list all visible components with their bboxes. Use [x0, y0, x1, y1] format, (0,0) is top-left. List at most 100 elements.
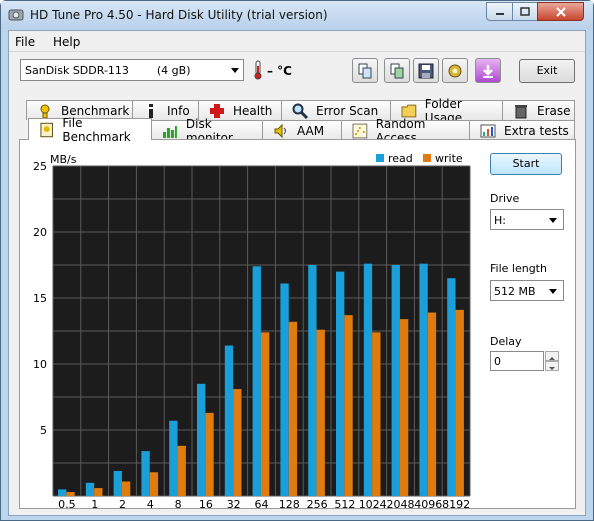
copy-screenshot-icon: [390, 63, 404, 78]
delay-input[interactable]: 0: [490, 351, 544, 371]
tab-error-scan[interactable]: Error Scan: [281, 100, 391, 120]
file-length-value: 512 MB: [494, 285, 536, 298]
bar-write: [316, 329, 325, 496]
x-tick-label: 16: [199, 498, 213, 508]
menu-help[interactable]: Help: [53, 35, 80, 49]
bar-read: [58, 489, 67, 496]
bar-write: [121, 481, 131, 496]
close-button[interactable]: [537, 2, 584, 21]
x-tick-label: 0.5: [58, 498, 76, 508]
tab-label: File Benchmark: [62, 115, 131, 144]
title-bar[interactable]: HD Tune Pro 4.50 - Hard Disk Utility (tr…: [1, 1, 593, 29]
x-tick-label: 4096: [414, 498, 442, 508]
tab-label: Health: [233, 103, 273, 118]
chevron-down-icon: [549, 218, 557, 223]
bar-read: [224, 345, 234, 496]
y-tick-label: 20: [33, 226, 47, 239]
app-window: HD Tune Pro 4.50 - Hard Disk Utility (tr…: [0, 0, 594, 521]
tab-disk-monitor[interactable]: Disk monitor: [151, 117, 263, 145]
save-icon: [418, 63, 434, 78]
chevron-down-icon: [549, 289, 557, 294]
bar-write: [288, 321, 298, 496]
tab-extra-tests[interactable]: Extra tests: [469, 120, 575, 140]
delay-spin-down[interactable]: [545, 361, 559, 371]
file-length-dropdown[interactable]: 512 MB: [490, 280, 564, 301]
y-tick-label: 10: [33, 358, 47, 371]
legend-write-swatch: [423, 154, 431, 162]
tab-aam[interactable]: AAM: [262, 120, 342, 140]
bar-read: [308, 265, 317, 496]
options-icon: [448, 64, 462, 77]
drive-letter-dropdown[interactable]: H:: [490, 209, 564, 230]
y-tick-label: 25: [33, 160, 47, 173]
tab-file-benchmark[interactable]: File Benchmark: [28, 116, 152, 144]
y-tick-label: 5: [40, 424, 47, 437]
bar-read: [363, 263, 373, 496]
drive-dropdown[interactable]: SanDisk SDDR-113 (4 gB): [20, 59, 244, 81]
tab-label: Error Scan: [316, 103, 379, 118]
x-tick-label: 1: [91, 498, 98, 508]
legend-read-label: read: [388, 152, 413, 165]
save-button[interactable]: [413, 58, 439, 83]
spin-down-icon: [549, 367, 555, 370]
bar-read: [85, 482, 95, 496]
download-button[interactable]: [475, 58, 501, 83]
x-axis-ticks: 0.5 1 2 4 8 16 32 64 128 256 512 1024 2048 4096 8192: [58, 498, 470, 508]
file-benchmark-icon: [40, 122, 53, 137]
bar-read: [197, 383, 206, 496]
client-area: File Help SanDisk SDDR-113 (4 gB) – °C E…: [8, 30, 586, 516]
bar-read: [113, 470, 122, 496]
x-tick-label: 32: [227, 498, 241, 508]
drive-dropdown-value: SanDisk SDDR-113 (4 gB): [25, 64, 191, 77]
bar-read: [169, 420, 178, 496]
tab-erase[interactable]: Erase: [502, 100, 575, 120]
tab-label: Extra tests: [504, 123, 569, 138]
minimize-button[interactable]: [486, 2, 513, 21]
start-button[interactable]: Start: [490, 153, 562, 175]
bar-read: [252, 266, 261, 496]
bar-read: [419, 263, 428, 496]
bar-write: [177, 445, 186, 496]
x-tick-label: 64: [255, 498, 269, 508]
close-icon: [555, 6, 566, 17]
maximize-button[interactable]: [512, 2, 538, 21]
drive-letter-value: H:: [494, 214, 506, 227]
y-axis-label: MB/s: [50, 153, 77, 166]
x-tick-label: 2048: [387, 498, 415, 508]
y-axis-ticks: 5 10 15 20 25: [33, 160, 47, 437]
tab-random-access[interactable]: Random Access: [341, 117, 470, 145]
exit-button[interactable]: Exit: [519, 59, 575, 83]
x-tick-label: 128: [279, 498, 300, 508]
bar-write: [344, 315, 353, 496]
bar-write: [94, 488, 103, 496]
delay-label: Delay: [490, 335, 522, 348]
y-tick-label: 15: [33, 292, 47, 305]
minimize-icon: [495, 12, 504, 15]
copy-screenshot-button[interactable]: [384, 58, 410, 83]
delay-spin-up[interactable]: [545, 351, 559, 361]
options-button[interactable]: [442, 58, 468, 83]
menu-bar: File Help: [9, 31, 585, 51]
bar-write: [205, 412, 214, 496]
bar-write: [455, 309, 464, 496]
random-access-icon: [352, 123, 368, 138]
tab-label: AAM: [297, 123, 325, 138]
window-title: HD Tune Pro 4.50 - Hard Disk Utility (tr…: [30, 8, 328, 22]
bar-read: [141, 451, 150, 496]
copy-info-button[interactable]: [352, 58, 378, 83]
extra-tests-icon: [480, 124, 496, 137]
bar-read: [336, 271, 345, 496]
bar-write: [260, 332, 270, 496]
bar-read: [280, 283, 289, 496]
delay-value: 0: [494, 355, 501, 368]
tab-label: Info: [167, 103, 190, 118]
bar-write: [372, 332, 381, 496]
app-icon: [8, 9, 24, 21]
legend-write-label: write: [435, 152, 463, 165]
speaker-icon: [274, 123, 286, 138]
x-tick-label: 4: [147, 498, 154, 508]
x-tick-label: 2: [119, 498, 126, 508]
download-arrow-icon: [483, 64, 493, 78]
menu-file[interactable]: File: [15, 35, 35, 49]
thermometer-icon: [254, 60, 262, 80]
